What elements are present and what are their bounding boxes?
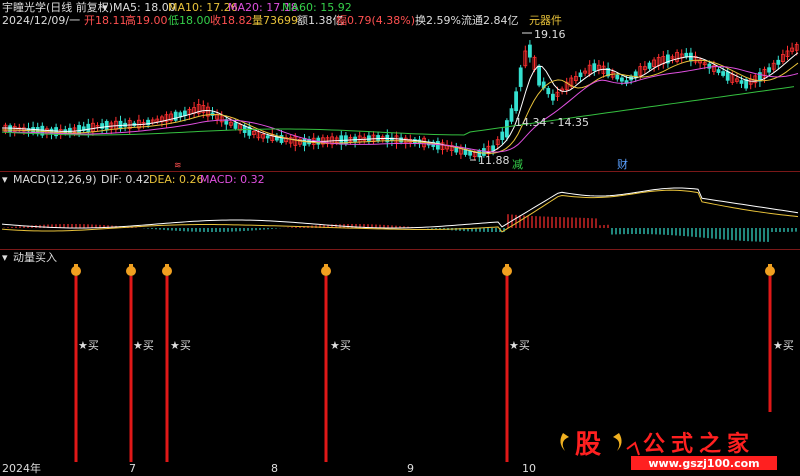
- money-bag-icon: [502, 266, 512, 276]
- change-label: 幅0.79(4.38%): [336, 14, 416, 27]
- candle-body: [721, 71, 725, 76]
- watermark-url: www.gszj100.com: [648, 457, 759, 470]
- money-bag-icon: [162, 266, 172, 276]
- buy-signal-label: ★买: [330, 339, 351, 352]
- money-bag-icon: [768, 264, 772, 267]
- ma5-label: MA5: 18.00: [113, 1, 176, 14]
- money-bag-icon: [71, 266, 81, 276]
- buy-signal-label: ★买: [78, 339, 99, 352]
- candle-body: [504, 120, 509, 138]
- panel-separator-2: [0, 249, 800, 250]
- candle-body: [537, 65, 541, 86]
- candle-body: [647, 62, 652, 69]
- candle-body: [514, 91, 518, 112]
- money-bag-icon: [126, 266, 136, 276]
- candle-body: [435, 141, 440, 150]
- buy-signal-label: ★买: [509, 339, 530, 352]
- x-axis-label: 9: [407, 462, 414, 475]
- candle-body: [104, 120, 109, 131]
- candle-body: [265, 135, 270, 139]
- macd-dif-label: DIF: 0.42: [101, 173, 150, 186]
- ma60-label: MA60: 15.92: [282, 1, 352, 14]
- candle-body: [592, 63, 597, 72]
- signal-panel-title: 动量买入: [13, 251, 57, 264]
- macd-dea-line: [1, 189, 799, 233]
- candle-body: [468, 150, 473, 156]
- money-bag-icon: [165, 264, 169, 267]
- buy-signal-label: ★买: [170, 339, 191, 352]
- money-bag-icon: [74, 264, 78, 267]
- buy-signal-label: ★买: [773, 339, 794, 352]
- settings-icon[interactable]: ▾: [102, 1, 108, 14]
- candle-body: [620, 77, 624, 82]
- macd-dif-line: [1, 187, 799, 229]
- money-bag-icon: [505, 264, 509, 267]
- settings-icon[interactable]: ▾: [2, 173, 8, 186]
- money-bag-icon: [765, 266, 775, 276]
- candle-body: [684, 52, 689, 58]
- candle-body: [233, 122, 238, 129]
- x-axis-label: 10: [522, 462, 536, 475]
- close-label: 收18.82: [210, 14, 253, 27]
- macd-value-label: MACD: 0.32: [200, 173, 265, 186]
- settings-icon[interactable]: ▾: [2, 251, 8, 264]
- x-axis-label: 2024年: [2, 462, 41, 475]
- low-label: 低18.00: [168, 14, 211, 27]
- x-axis-label: 8: [271, 462, 278, 475]
- low-price-label: 11.88: [478, 154, 510, 167]
- candle-body: [182, 110, 187, 117]
- stock-title[interactable]: 宇瞳光学(日线 前复权): [2, 1, 113, 14]
- candle-body: [399, 137, 404, 143]
- candle-body: [739, 80, 744, 84]
- candle-body: [491, 145, 496, 151]
- candle-body: [767, 67, 771, 73]
- candle-body: [716, 69, 721, 73]
- candle-body: [518, 67, 523, 87]
- candle-body: [173, 111, 178, 121]
- buy-signal-label: ★买: [133, 339, 154, 352]
- watermark-glyph: 股: [575, 430, 601, 460]
- macd-dea-label: DEA: 0.26: [149, 173, 204, 186]
- x-axis-label: 7: [129, 462, 136, 475]
- watermark-logo: 股 公式之家 www.gszj100.com: [555, 425, 785, 473]
- watermark-brand: 公式之家: [643, 431, 755, 457]
- date-label: 2024/12/09/一: [2, 14, 81, 27]
- chart-canvas: [1, 32, 799, 462]
- candle-body: [77, 125, 81, 134]
- money-bag-icon: [321, 266, 331, 276]
- candle-body: [615, 74, 620, 80]
- volume-label: 量73699: [252, 14, 298, 27]
- panel-separator-1: [0, 171, 800, 172]
- open-label: 开18.11: [84, 14, 127, 27]
- money-bag-icon: [324, 264, 328, 267]
- event-mark-reduce[interactable]: 减: [512, 158, 523, 171]
- float-label: 流通2.84亿: [461, 14, 519, 27]
- candle-body: [528, 44, 532, 58]
- candle-body: [551, 93, 555, 101]
- candle-body: [578, 72, 583, 78]
- sector-label: 元器件: [529, 14, 562, 27]
- high-price-label: 19.16: [534, 28, 566, 41]
- candle-body: [546, 88, 551, 95]
- turnover-label: 换2.59%: [415, 14, 461, 27]
- candle-body: [86, 123, 91, 133]
- money-bag-icon: [129, 264, 133, 267]
- candle-body: [776, 59, 781, 65]
- high-label: 高19.00: [125, 14, 168, 27]
- candle-body: [500, 131, 505, 141]
- event-mark-finance[interactable]: 财: [617, 158, 628, 171]
- candle-body: [31, 127, 36, 133]
- candle-body: [509, 108, 514, 122]
- range-price-label: 14.34 - 14.35: [515, 116, 589, 129]
- macd-title: MACD(12,26,9): [13, 173, 97, 186]
- candle-body: [725, 71, 730, 81]
